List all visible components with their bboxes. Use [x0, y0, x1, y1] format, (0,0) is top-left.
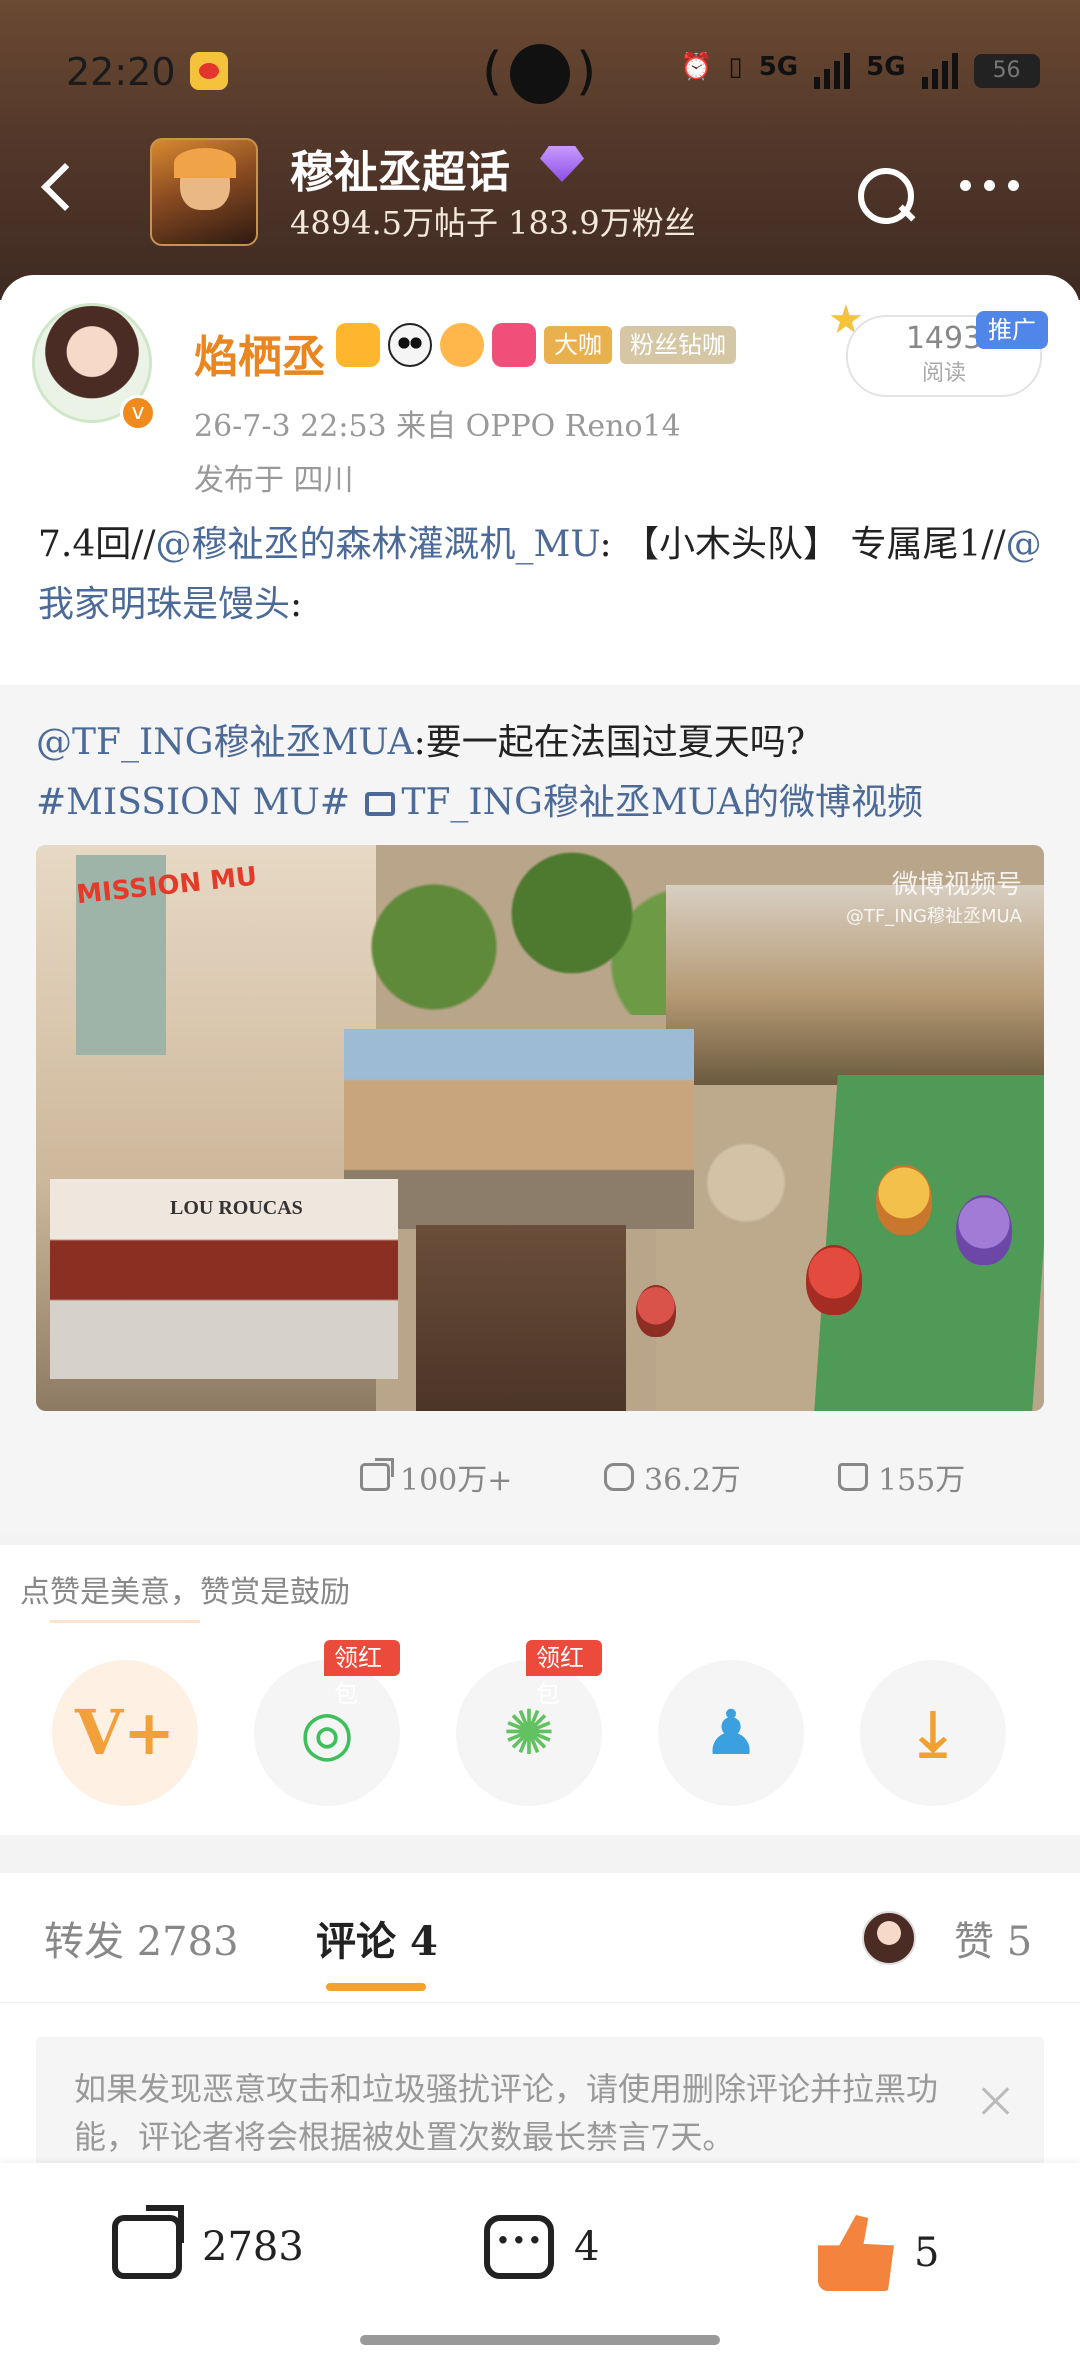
topic-stats: 4894.5万帖子 183.9万粉丝: [290, 204, 696, 242]
crown-badge-icon[interactable]: [336, 323, 380, 367]
wechat-share-button[interactable]: ◎ 领红包: [254, 1640, 400, 1806]
save-image-button[interactable]: ⤓: [860, 1660, 1006, 1806]
share-icon: [112, 2205, 184, 2279]
reward-button[interactable]: V+: [52, 1660, 198, 1806]
thumbs-up-icon: [838, 1463, 868, 1491]
promote-button[interactable]: 推广: [976, 311, 1048, 349]
video-icon: [365, 792, 396, 816]
topic-title[interactable]: 穆祉丞超话: [290, 136, 510, 200]
hashtag-link[interactable]: #MISSION MU#: [36, 782, 350, 823]
topic-header: 22:20 ( ) ⏰ ▯ 5G 5G 56 穆祉丞超话 4894.5万帖子 1…: [0, 0, 1080, 300]
qq-share-button[interactable]: ♟: [658, 1660, 804, 1806]
author-name[interactable]: 焰栖丞: [194, 321, 326, 385]
home-indicator[interactable]: [360, 2335, 720, 2345]
section-divider: [0, 1835, 1080, 1873]
video-thumbnail[interactable]: LOU ROUCAS MISSION MU 微博视频号 @TF_ING穆祉丞MU…: [36, 845, 1044, 1411]
like-button[interactable]: 5: [818, 2215, 939, 2291]
mention-link[interactable]: @TF_ING穆祉丞MUA: [36, 722, 414, 763]
reward-title: 点赞是美意，赞赏是鼓励: [20, 1575, 350, 1610]
big-coffee-tag[interactable]: 大咖: [544, 326, 612, 364]
comment-notice: 如果发现恶意攻击和垃圾骚扰评论，请使用删除评论并拉黑功能，评论者将会根据被处置次…: [36, 2037, 1044, 2167]
post-text: 7.4回//@穆祉丞的森林灌溉机_MU: 【小木头队】 专属尾1//@我家明珠是…: [38, 524, 1042, 625]
network-label-2: 5G: [866, 52, 906, 82]
tab-likes[interactable]: 赞 5: [954, 1909, 1032, 1967]
balloon-magnet: [636, 1285, 676, 1337]
liker-avatar[interactable]: [862, 1911, 916, 1965]
panda-badge-icon[interactable]: [388, 323, 432, 367]
repost-text: @TF_ING穆祉丞MUA:要一起在法国过夏天吗? #MISSION MU# T…: [36, 722, 923, 823]
verified-badge-icon: v: [120, 395, 156, 431]
red-packet-tag: 领红包: [324, 1640, 400, 1708]
signal-icon: [814, 53, 851, 89]
qq-icon: ♟: [703, 1696, 759, 1769]
post-location: 发布于 四川: [194, 463, 354, 498]
bottom-action-bar: 2783 4 5: [0, 2163, 1080, 2373]
post-card: v 焰栖丞 大咖 粉丝钻咖 26-7-3 22:53 来自 OPPO Reno1…: [0, 275, 1080, 1535]
camera-cutout: ( ): [482, 42, 597, 104]
battery-icon: 56: [973, 54, 1040, 88]
status-icons: ⏰ ▯ 5G 5G 56: [680, 52, 1040, 90]
comment-count: 36.2万: [644, 1463, 741, 1498]
reposted-content[interactable]: @TF_ING穆祉丞MUA:要一起在法国过夏天吗? #MISSION MU# T…: [0, 685, 1080, 1535]
comments-area: 如果发现恶意攻击和垃圾骚扰评论，请使用删除评论并拉黑功能，评论者将会根据被处置次…: [0, 2003, 1080, 2167]
topic-avatar[interactable]: [150, 138, 258, 246]
share-options: V+ ◎ 领红包 ✺ 领红包 ♟ ⤓: [0, 1640, 1080, 1810]
repost-actions: 100万+ 36.2万 155万: [0, 1455, 1080, 1515]
like-count: 155万: [878, 1463, 966, 1498]
red-packet-tag: 领红包: [526, 1640, 602, 1708]
search-button[interactable]: [850, 158, 920, 228]
comment-action[interactable]: 36.2万: [604, 1455, 741, 1499]
like-action[interactable]: 155万: [838, 1455, 965, 1499]
fan-diamond-coffee-tag[interactable]: 粉丝钻咖: [620, 326, 736, 364]
comment-icon: [604, 1463, 634, 1491]
comment-button[interactable]: 4: [484, 2215, 599, 2279]
tab-comments[interactable]: 评论 4: [316, 1909, 438, 1967]
mention-link[interactable]: @穆祉丞的森林灌溉机_MU: [156, 524, 600, 565]
moments-share-button[interactable]: ✺ 领红包: [456, 1640, 602, 1806]
interaction-tabs: 转发 2783 评论 4 赞 5: [0, 1873, 1080, 2003]
thumbs-up-icon: [818, 2215, 894, 2291]
diamond-gem-icon: [540, 146, 584, 182]
vibrate-icon: ▯: [728, 52, 743, 82]
shop-sign: LOU ROUCAS: [170, 1197, 303, 1219]
video-watermark: 微博视频号 @TF_ING穆祉丞MUA: [845, 870, 1022, 927]
signal-icon-2: [921, 53, 958, 89]
video-link[interactable]: TF_ING穆祉丞MUA的微博视频: [401, 782, 923, 823]
comment-icon: [484, 2215, 554, 2279]
share-action[interactable]: 100万+: [360, 1455, 512, 1499]
read-label: 阅读: [921, 361, 966, 386]
status-time: 22:20: [66, 50, 176, 94]
reward-v-icon: V+: [74, 1696, 176, 1769]
author-badges: 大咖 粉丝钻咖: [336, 323, 736, 367]
balloon-magnet: [806, 1245, 862, 1315]
tab-reposts[interactable]: 转发 2783: [44, 1909, 239, 1967]
post-meta: 26-7-3 22:53 来自 OPPO Reno14: [194, 409, 681, 444]
alarm-icon: ⏰: [680, 52, 713, 82]
balloon-magnet: [876, 1165, 932, 1235]
share-count: 100万+: [400, 1463, 513, 1498]
nav-bar: 穆祉丞超话 4894.5万帖子 183.9万粉丝: [0, 130, 1080, 250]
close-icon[interactable]: [978, 2083, 1014, 2119]
moments-icon: ✺: [503, 1696, 555, 1769]
repost-count: 2783: [202, 2224, 304, 2270]
wechat-icon: ◎: [299, 1696, 355, 1769]
active-tab-indicator: [326, 1983, 426, 1991]
like-count: 5: [914, 2230, 940, 2276]
network-label: 5G: [758, 52, 799, 82]
more-options-button[interactable]: [960, 180, 1030, 200]
reward-section: 点赞是美意，赞赏是鼓励 V+ ◎ 领红包 ✺ 领红包 ♟ ⤓: [0, 1545, 1080, 1835]
save-image-icon: ⤓: [919, 1696, 947, 1769]
repost-button[interactable]: 2783: [112, 2205, 304, 2279]
notice-text: 如果发现恶意攻击和垃圾骚扰评论，请使用删除评论并拉黑功能，评论者将会根据被处置次…: [74, 2070, 939, 2156]
comment-count: 4: [574, 2224, 600, 2270]
ticket-badge-icon[interactable]: [492, 323, 536, 367]
status-bar: 22:20 ( ) ⏰ ▯ 5G 5G 56: [0, 40, 1080, 110]
weibo-notification-icon: [190, 52, 228, 90]
back-button[interactable]: [30, 158, 90, 218]
fish-badge-icon[interactable]: [440, 323, 484, 367]
balloon-magnet: [956, 1195, 1012, 1265]
reward-pointer: [50, 1620, 200, 1623]
share-icon: [360, 1458, 394, 1491]
